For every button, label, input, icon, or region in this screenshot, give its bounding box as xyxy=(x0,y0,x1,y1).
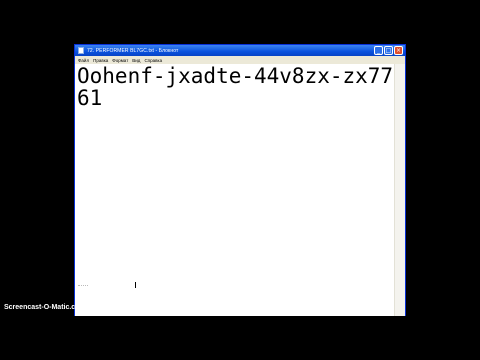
caption-buttons: _ □ × xyxy=(374,46,403,55)
menu-bar: Файл Правка Формат Вид Справка xyxy=(75,56,405,64)
text-caret xyxy=(135,282,136,288)
notepad-window: 72. PERFORMER BL7GC.txt - Блокнот _ □ × … xyxy=(74,44,406,316)
menu-edit[interactable]: Правка xyxy=(93,58,108,63)
menu-help[interactable]: Справка xyxy=(144,58,162,63)
editor-text[interactable]: Oohenf-jxadte-44v8zx-zx7761 xyxy=(77,65,395,109)
title-bar[interactable]: 72. PERFORMER BL7GC.txt - Блокнот _ □ × xyxy=(75,45,405,56)
window-title: 72. PERFORMER BL7GC.txt - Блокнот xyxy=(87,47,179,54)
text-selection-mark xyxy=(78,285,88,287)
minimize-button[interactable]: _ xyxy=(374,46,383,55)
menu-view[interactable]: Вид xyxy=(132,58,140,63)
text-editor-area[interactable]: Oohenf-jxadte-44v8zx-zx7761 xyxy=(75,64,396,316)
notepad-icon xyxy=(78,47,84,54)
vertical-scrollbar[interactable] xyxy=(394,64,405,316)
menu-format[interactable]: Формат xyxy=(112,58,128,63)
maximize-button[interactable]: □ xyxy=(384,46,393,55)
menu-file[interactable]: Файл xyxy=(78,58,89,63)
close-button[interactable]: × xyxy=(394,46,403,55)
watermark-text: Screencast-O-Matic.com xyxy=(4,304,86,311)
